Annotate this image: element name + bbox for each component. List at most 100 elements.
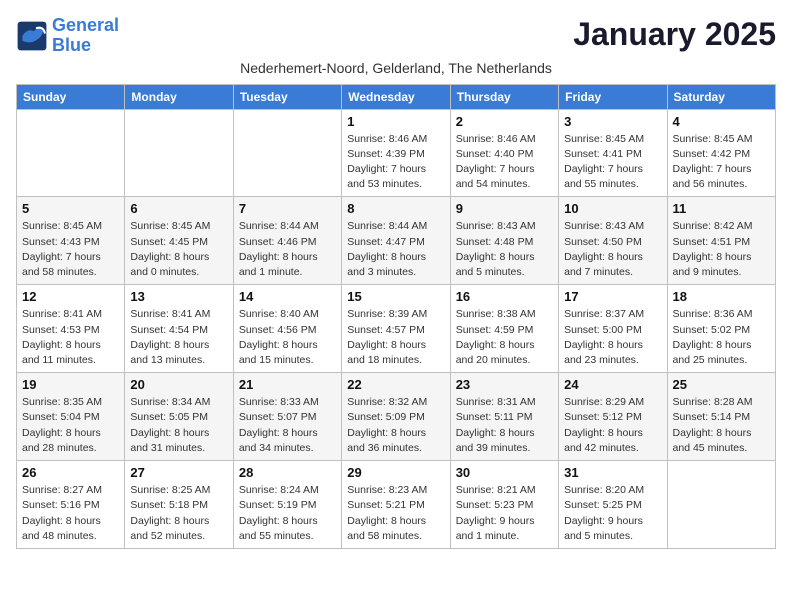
day-number: 6 <box>130 201 227 216</box>
day-number: 27 <box>130 465 227 480</box>
day-info: Sunrise: 8:20 AMSunset: 5:25 PMDaylight:… <box>564 483 661 544</box>
weekday-header: Thursday <box>450 84 558 109</box>
calendar-cell: 4 Sunrise: 8:45 AMSunset: 4:42 PMDaylight… <box>667 109 775 197</box>
calendar-cell: 26 Sunrise: 8:27 AMSunset: 5:16 PMDayligh… <box>17 461 125 549</box>
day-info: Sunrise: 8:21 AMSunset: 5:23 PMDaylight:… <box>456 483 553 544</box>
calendar-cell: 5 Sunrise: 8:45 AMSunset: 4:43 PMDaylight… <box>17 197 125 285</box>
day-info: Sunrise: 8:34 AMSunset: 5:05 PMDaylight:… <box>130 395 227 456</box>
day-info: Sunrise: 8:41 AMSunset: 4:53 PMDaylight:… <box>22 307 119 368</box>
day-info: Sunrise: 8:45 AMSunset: 4:45 PMDaylight:… <box>130 219 227 280</box>
weekday-header: Wednesday <box>342 84 450 109</box>
day-number: 7 <box>239 201 336 216</box>
calendar-cell: 15 Sunrise: 8:39 AMSunset: 4:57 PMDayligh… <box>342 285 450 373</box>
day-number: 12 <box>22 289 119 304</box>
calendar-cell: 6 Sunrise: 8:45 AMSunset: 4:45 PMDaylight… <box>125 197 233 285</box>
day-info: Sunrise: 8:42 AMSunset: 4:51 PMDaylight:… <box>673 219 770 280</box>
calendar-cell: 11 Sunrise: 8:42 AMSunset: 4:51 PMDayligh… <box>667 197 775 285</box>
day-number: 30 <box>456 465 553 480</box>
day-number: 5 <box>22 201 119 216</box>
day-number: 24 <box>564 377 661 392</box>
weekday-header: Tuesday <box>233 84 341 109</box>
calendar-cell: 13Sunrise: 8:41 AMSunset: 4:54 PMDayligh… <box>125 285 233 373</box>
calendar-cell: 28 Sunrise: 8:24 AMSunset: 5:19 PMDayligh… <box>233 461 341 549</box>
calendar-cell: 9 Sunrise: 8:43 AMSunset: 4:48 PMDaylight… <box>450 197 558 285</box>
calendar-cell: 22 Sunrise: 8:32 AMSunset: 5:09 PMDayligh… <box>342 373 450 461</box>
day-info: Sunrise: 8:43 AMSunset: 4:50 PMDaylight:… <box>564 219 661 280</box>
day-number: 10 <box>564 201 661 216</box>
weekday-header: Sunday <box>17 84 125 109</box>
calendar-cell: 16 Sunrise: 8:38 AMSunset: 4:59 PMDayligh… <box>450 285 558 373</box>
calendar-cell <box>17 109 125 197</box>
weekday-header: Saturday <box>667 84 775 109</box>
day-info: Sunrise: 8:40 AMSunset: 4:56 PMDaylight:… <box>239 307 336 368</box>
day-info: Sunrise: 8:44 AMSunset: 4:46 PMDaylight:… <box>239 219 336 280</box>
day-info: Sunrise: 8:32 AMSunset: 5:09 PMDaylight:… <box>347 395 444 456</box>
day-info: Sunrise: 8:45 AMSunset: 4:43 PMDaylight:… <box>22 219 119 280</box>
day-info: Sunrise: 8:28 AMSunset: 5:14 PMDaylight:… <box>673 395 770 456</box>
day-info: Sunrise: 8:35 AMSunset: 5:04 PMDaylight:… <box>22 395 119 456</box>
day-info: Sunrise: 8:27 AMSunset: 5:16 PMDaylight:… <box>22 483 119 544</box>
day-number: 19 <box>22 377 119 392</box>
calendar-cell: 7 Sunrise: 8:44 AMSunset: 4:46 PMDaylight… <box>233 197 341 285</box>
calendar-cell: 8 Sunrise: 8:44 AMSunset: 4:47 PMDaylight… <box>342 197 450 285</box>
day-number: 3 <box>564 114 661 129</box>
calendar-cell: 18Sunrise: 8:36 AMSunset: 5:02 PMDayligh… <box>667 285 775 373</box>
day-number: 17 <box>564 289 661 304</box>
day-number: 29 <box>347 465 444 480</box>
calendar-cell: 1Sunrise: 8:46 AMSunset: 4:39 PMDaylight… <box>342 109 450 197</box>
day-number: 31 <box>564 465 661 480</box>
logo-line1: General <box>52 15 119 35</box>
day-info: Sunrise: 8:33 AMSunset: 5:07 PMDaylight:… <box>239 395 336 456</box>
logo: General Blue <box>16 16 119 56</box>
calendar-cell <box>233 109 341 197</box>
calendar-table: SundayMondayTuesdayWednesdayThursdayFrid… <box>16 84 776 549</box>
day-number: 16 <box>456 289 553 304</box>
day-info: Sunrise: 8:43 AMSunset: 4:48 PMDaylight:… <box>456 219 553 280</box>
calendar-cell <box>667 461 775 549</box>
calendar-cell: 24 Sunrise: 8:29 AMSunset: 5:12 PMDayligh… <box>559 373 667 461</box>
day-info: Sunrise: 8:31 AMSunset: 5:11 PMDaylight:… <box>456 395 553 456</box>
calendar-cell <box>125 109 233 197</box>
logo-line2: Blue <box>52 35 91 55</box>
day-info: Sunrise: 8:29 AMSunset: 5:12 PMDaylight:… <box>564 395 661 456</box>
day-info: Sunrise: 8:25 AMSunset: 5:18 PMDaylight:… <box>130 483 227 544</box>
calendar-cell: 29 Sunrise: 8:23 AMSunset: 5:21 PMDayligh… <box>342 461 450 549</box>
day-number: 23 <box>456 377 553 392</box>
calendar-cell: 30 Sunrise: 8:21 AMSunset: 5:23 PMDayligh… <box>450 461 558 549</box>
day-info: Sunrise: 8:46 AMSunset: 4:40 PMDaylight:… <box>456 132 553 193</box>
day-info: Sunrise: 8:45 AMSunset: 4:42 PMDaylight:… <box>673 132 770 193</box>
day-info: Sunrise: 8:39 AMSunset: 4:57 PMDaylight:… <box>347 307 444 368</box>
day-number: 20 <box>130 377 227 392</box>
calendar-cell: 3 Sunrise: 8:45 AMSunset: 4:41 PMDaylight… <box>559 109 667 197</box>
calendar-cell: 23 Sunrise: 8:31 AMSunset: 5:11 PMDayligh… <box>450 373 558 461</box>
calendar-cell: 12 Sunrise: 8:41 AMSunset: 4:53 PMDayligh… <box>17 285 125 373</box>
weekday-header: Friday <box>559 84 667 109</box>
calendar-cell: 20 Sunrise: 8:34 AMSunset: 5:05 PMDayligh… <box>125 373 233 461</box>
calendar-cell: 14Sunrise: 8:40 AMSunset: 4:56 PMDayligh… <box>233 285 341 373</box>
weekday-header: Monday <box>125 84 233 109</box>
day-number: 11 <box>673 201 770 216</box>
calendar-cell: 10 Sunrise: 8:43 AMSunset: 4:50 PMDayligh… <box>559 197 667 285</box>
day-info: Sunrise: 8:41 AMSunset: 4:54 PMDaylight:… <box>130 307 227 368</box>
day-info: Sunrise: 8:45 AMSunset: 4:41 PMDaylight:… <box>564 132 661 193</box>
day-number: 26 <box>22 465 119 480</box>
day-info: Sunrise: 8:38 AMSunset: 4:59 PMDaylight:… <box>456 307 553 368</box>
day-number: 8 <box>347 201 444 216</box>
day-number: 4 <box>673 114 770 129</box>
month-title: January 2025 <box>573 16 776 53</box>
day-number: 15 <box>347 289 444 304</box>
day-number: 2 <box>456 114 553 129</box>
day-info: Sunrise: 8:24 AMSunset: 5:19 PMDaylight:… <box>239 483 336 544</box>
day-number: 25 <box>673 377 770 392</box>
calendar-cell: 21Sunrise: 8:33 AMSunset: 5:07 PMDayligh… <box>233 373 341 461</box>
day-info: Sunrise: 8:23 AMSunset: 5:21 PMDaylight:… <box>347 483 444 544</box>
day-info: Sunrise: 8:44 AMSunset: 4:47 PMDaylight:… <box>347 219 444 280</box>
calendar-cell: 25 Sunrise: 8:28 AMSunset: 5:14 PMDayligh… <box>667 373 775 461</box>
day-number: 22 <box>347 377 444 392</box>
calendar-cell: 27 Sunrise: 8:25 AMSunset: 5:18 PMDayligh… <box>125 461 233 549</box>
day-number: 9 <box>456 201 553 216</box>
day-number: 28 <box>239 465 336 480</box>
calendar-cell: 17Sunrise: 8:37 AMSunset: 5:00 PMDayligh… <box>559 285 667 373</box>
day-info: Sunrise: 8:36 AMSunset: 5:02 PMDaylight:… <box>673 307 770 368</box>
calendar-cell: 31 Sunrise: 8:20 AMSunset: 5:25 PMDayligh… <box>559 461 667 549</box>
